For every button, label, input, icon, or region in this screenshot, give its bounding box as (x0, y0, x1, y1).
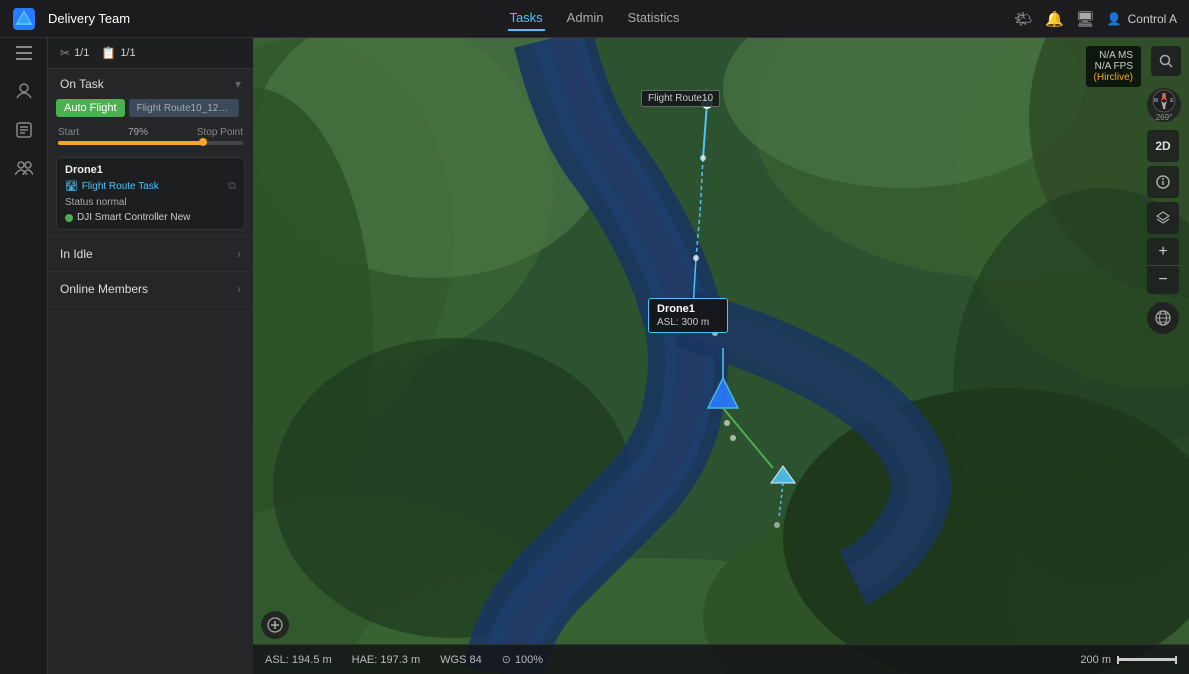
on-task-section: On Task ▾ Auto Flight Flight Route10_12–… (48, 69, 253, 237)
online-members-section: Online Members › (48, 272, 253, 307)
asl-stat: ASL: 194.5 m (265, 654, 332, 666)
wgs-label: WGS 84 (440, 654, 482, 666)
hud-status: (Hirclive) (1094, 72, 1133, 83)
sidebar-icon-menu[interactable] (16, 46, 32, 65)
drone-task-row: 🛣 Flight Route Task ⧉ (65, 180, 236, 193)
zoom-out-button[interactable]: − (1147, 266, 1179, 294)
scale-label: 200 m (1080, 654, 1111, 666)
app-title: Delivery Team (48, 11, 130, 26)
progress-start-label: Start (58, 127, 79, 138)
online-members-header[interactable]: Online Members › (48, 272, 253, 306)
compass-button[interactable]: N S W E 269° (1147, 88, 1181, 122)
progress-stop-label: Stop Point (197, 127, 243, 138)
scale-bar (1117, 658, 1177, 661)
on-task-header[interactable]: On Task ▾ (48, 69, 253, 99)
stat-task-value: 1/1 (120, 47, 135, 59)
route-task-icon: 🛣 (65, 181, 78, 192)
in-idle-section: In Idle › (48, 237, 253, 272)
sidebar-icon-user[interactable] (16, 83, 32, 104)
in-idle-header[interactable]: In Idle › (48, 237, 253, 271)
stat-cut: ✂ 1/1 (60, 46, 89, 60)
nav-admin[interactable]: Admin (565, 6, 606, 31)
left-sidebar (0, 38, 48, 674)
hud-fps: N/A FPS (1094, 61, 1133, 72)
drone-map-tooltip: Drone1 ASL: 300 m (648, 298, 728, 333)
drone-task-name: Flight Route Task (82, 181, 159, 192)
drone-controller: DJI Smart Controller New (65, 212, 236, 223)
app-logo-icon (13, 8, 35, 30)
side-panel: ✂ 1/1 📋 1/1 On Task ▾ Auto Flight Flight… (48, 38, 253, 674)
hud-overlay: N/A MS N/A FPS (Hirclive) (1086, 46, 1141, 87)
copy-icon[interactable]: ⧉ (228, 180, 236, 193)
zoom-in-button[interactable]: + (1147, 238, 1179, 266)
controller-name: DJI Smart Controller New (77, 212, 190, 223)
compass-degrees: 269° (1156, 113, 1173, 122)
panel-stats: ✂ 1/1 📋 1/1 (48, 38, 253, 69)
monitor-icon[interactable]: 🖥 (1076, 10, 1095, 28)
map-area[interactable]: N/A MS N/A FPS (Hirclive) Flight Route10… (253, 38, 1189, 674)
nav-tasks[interactable]: Tasks (507, 6, 544, 31)
online-members-expand-icon: › (237, 282, 241, 296)
on-task-expand-icon: ▾ (235, 77, 241, 91)
map-layers-button[interactable] (1147, 202, 1179, 234)
nav-links: Tasks Admin Statistics (507, 6, 681, 31)
zoom-value: 100% (515, 654, 543, 666)
hae-label: HAE: 197.3 m (352, 654, 420, 666)
progress-labels: Start 79% Stop Point (58, 127, 243, 138)
user-label: Control A (1128, 12, 1177, 26)
bell-icon[interactable]: 🔔 (1045, 10, 1064, 28)
stat-task: 📋 1/1 (101, 46, 135, 60)
in-idle-expand-icon: › (237, 247, 241, 261)
user-menu[interactable]: 👤 Control A (1107, 12, 1177, 26)
nav-logo (0, 8, 48, 30)
drone-name: Drone1 (65, 164, 236, 176)
user-icon: 👤 (1107, 12, 1122, 26)
in-idle-title: In Idle (60, 247, 93, 261)
weather-icon[interactable]: 🌤 (1014, 10, 1033, 28)
zoom-icon: ⊙ (502, 653, 511, 666)
wgs-stat: WGS 84 (440, 654, 482, 666)
flight-route-label: Flight Route10 (641, 90, 720, 107)
flight-tabs: Auto Flight Flight Route10_12–19 ... (48, 99, 253, 123)
map-svg-overlay (253, 38, 1189, 674)
on-task-title: On Task (60, 77, 104, 91)
progress-bar-container (58, 141, 243, 145)
tooltip-drone-name: Drone1 (657, 303, 719, 315)
sidebar-icon-team[interactable] (15, 161, 33, 180)
map-controls: N S W E 269° 2D + − (1147, 88, 1181, 334)
cut-icon: ✂ (60, 46, 70, 60)
asl-label: ASL: 194.5 m (265, 654, 332, 666)
progress-value: 79% (128, 127, 148, 138)
scale-indicator: 200 m (1080, 654, 1177, 666)
auto-flight-tab[interactable]: Auto Flight (56, 99, 125, 117)
view-2d-button[interactable]: 2D (1147, 130, 1179, 162)
zoom-stat: ⊙ 100% (502, 653, 543, 666)
online-members-title: Online Members (60, 282, 148, 296)
progress-bar-fill (58, 141, 204, 145)
sidebar-icon-tasks[interactable] (16, 122, 32, 143)
globe-button[interactable] (1147, 302, 1179, 334)
stat-cut-value: 1/1 (74, 47, 89, 59)
controller-status-dot (65, 214, 73, 222)
svg-text:N: N (1162, 93, 1166, 99)
progress-section: Start 79% Stop Point (48, 123, 253, 153)
map-add-button[interactable] (261, 611, 289, 639)
svg-text:W: W (1154, 98, 1159, 104)
drone-card: Drone1 🛣 Flight Route Task ⧉ Status norm… (56, 157, 245, 230)
task-icon: 📋 (101, 46, 116, 60)
nav-right: 🌤 🔔 🖥 👤 Control A (1014, 10, 1189, 28)
tooltip-asl: ASL: 300 m (657, 317, 719, 328)
hud-ms: N/A MS (1094, 50, 1133, 61)
drone-task-label: 🛣 Flight Route Task (65, 181, 159, 192)
route-tab: Flight Route10_12–19 ... (129, 99, 239, 117)
bottom-status-bar: ASL: 194.5 m HAE: 197.3 m WGS 84 ⊙ 100% … (253, 644, 1189, 674)
nav-statistics[interactable]: Statistics (626, 6, 682, 31)
drone-status: Status normal (65, 197, 236, 208)
map-search-button[interactable] (1151, 46, 1181, 76)
hae-stat: HAE: 197.3 m (352, 654, 420, 666)
zoom-controls: + − (1147, 238, 1181, 294)
top-nav: Delivery Team Tasks Admin Statistics 🌤 🔔… (0, 0, 1189, 38)
map-info-button[interactable] (1147, 166, 1179, 198)
